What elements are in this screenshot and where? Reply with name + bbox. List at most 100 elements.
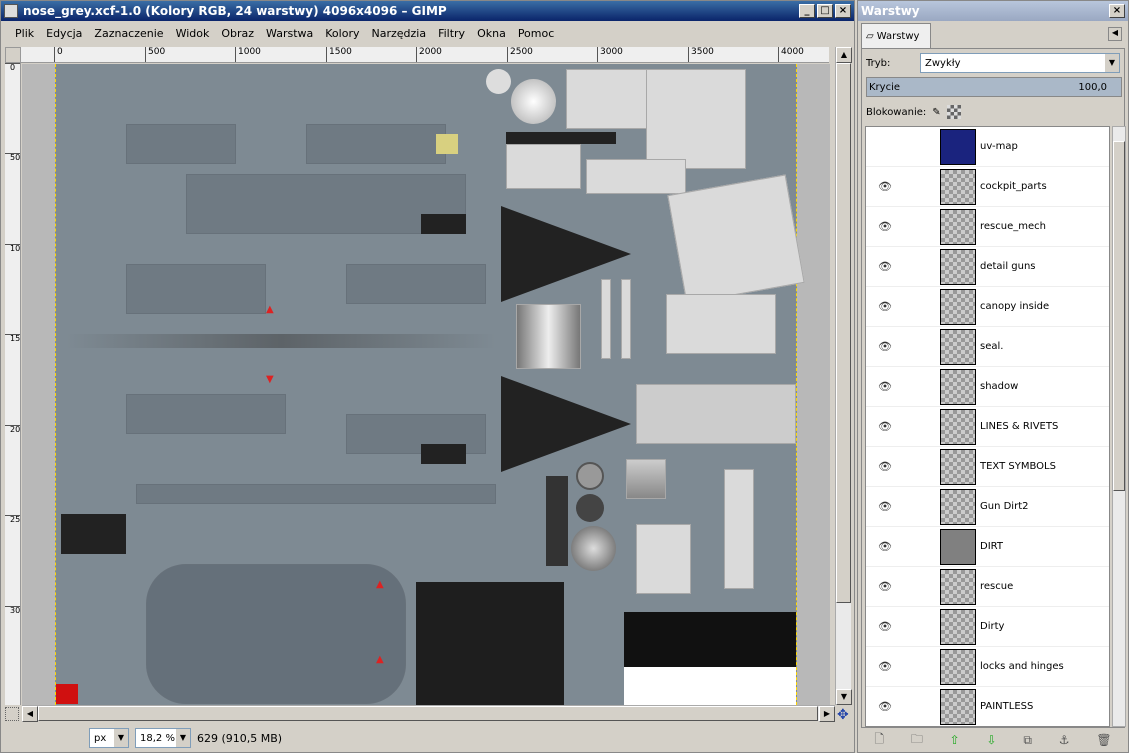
layer-row[interactable]: uv-map xyxy=(866,127,1109,167)
layer-row[interactable]: 👁 PAINTLESS xyxy=(866,687,1109,726)
warning-triangle-icon: ▼ xyxy=(266,374,274,385)
white-part xyxy=(666,294,776,354)
menu-warstwa[interactable]: Warstwa xyxy=(260,27,319,40)
raise-layer-icon[interactable]: ⇧ xyxy=(950,733,960,747)
eye-icon[interactable]: 👁 xyxy=(866,300,904,313)
ruler-tick: 2500 xyxy=(5,515,20,524)
eye-icon[interactable]: 👁 xyxy=(866,500,904,513)
layer-row[interactable]: 👁 rescue xyxy=(866,567,1109,607)
ruler-corner[interactable] xyxy=(5,47,21,63)
menu-widok[interactable]: Widok xyxy=(170,27,216,40)
layer-thumbnail xyxy=(940,608,976,645)
vertical-ruler[interactable]: 0 500 1000 1500 2000 2500 3000 xyxy=(5,63,21,705)
layer-row[interactable]: 👁 detail guns xyxy=(866,247,1109,287)
texture-panel xyxy=(306,124,446,164)
mode-select[interactable]: Zwykły ▼ xyxy=(920,53,1120,73)
quick-mask-icon[interactable] xyxy=(5,707,19,721)
eye-icon[interactable]: 👁 xyxy=(866,380,904,393)
eye-icon[interactable]: 👁 xyxy=(866,260,904,273)
menu-narzedzia[interactable]: Narzędzia xyxy=(365,27,432,40)
chevron-down-icon: ▼ xyxy=(114,729,128,747)
unit-select[interactable]: px ▼ xyxy=(89,728,129,748)
scroll-thumb[interactable] xyxy=(836,63,851,603)
layer-name: canopy inside xyxy=(980,301,1050,312)
menu-pomoc[interactable]: Pomoc xyxy=(512,27,560,40)
eye-icon[interactable]: 👁 xyxy=(866,700,904,713)
eye-icon[interactable]: 👁 xyxy=(866,420,904,433)
layer-row[interactable]: 👁 rescue_mech xyxy=(866,207,1109,247)
eye-icon[interactable]: 👁 xyxy=(866,460,904,473)
layer-thumbnail xyxy=(940,528,976,565)
layer-row[interactable]: 👁 locks and hinges xyxy=(866,647,1109,687)
status-info: 629 (910,5 MB) xyxy=(197,731,283,745)
layer-row[interactable]: 👁 canopy inside xyxy=(866,287,1109,327)
menu-zaznaczenie[interactable]: Zaznaczenie xyxy=(88,27,169,40)
horizontal-ruler[interactable]: 0 500 1000 1500 2000 2500 3000 3500 4000 xyxy=(21,47,829,63)
new-layer-icon[interactable]: 🗋 xyxy=(874,730,884,751)
scroll-thumb[interactable] xyxy=(38,706,818,721)
close-button[interactable]: × xyxy=(835,4,851,18)
texture-panel xyxy=(346,264,486,304)
eye-icon[interactable]: 👁 xyxy=(866,620,904,633)
layer-row[interactable]: 👁 TEXT SYMBOLS xyxy=(866,447,1109,487)
menu-plik[interactable]: Plik xyxy=(9,27,40,40)
vertical-scrollbar[interactable]: ▲ ▼ xyxy=(835,47,852,705)
eye-icon[interactable]: 👁 xyxy=(866,580,904,593)
lower-layer-icon[interactable]: ⇩ xyxy=(987,733,997,747)
shadow-streak xyxy=(66,334,496,348)
tab-menu-icon[interactable]: ◀ xyxy=(1108,27,1122,41)
ruler-tick: 2000 xyxy=(5,425,20,434)
white-part xyxy=(506,144,581,189)
layer-thumbnail xyxy=(940,248,976,285)
canvas-area[interactable]: ▲ ▼ ▲ ▲ xyxy=(22,64,830,705)
metal-cylinder xyxy=(516,304,581,369)
tab-label: Warstwy xyxy=(876,31,920,42)
texture-image[interactable]: ▲ ▼ ▲ ▲ xyxy=(55,64,805,705)
layers-scrollbar[interactable] xyxy=(1112,126,1126,727)
layer-row[interactable]: 👁 Gun Dirt2 xyxy=(866,487,1109,527)
scroll-up-button[interactable]: ▲ xyxy=(836,47,852,63)
brush-lock-icon[interactable]: ✎ xyxy=(932,107,940,118)
menu-obraz[interactable]: Obraz xyxy=(215,27,260,40)
layer-thumbnail xyxy=(940,648,976,685)
scroll-down-button[interactable]: ▼ xyxy=(836,689,852,705)
dock-titlebar: Warstwy × xyxy=(858,1,1128,21)
menu-edycja[interactable]: Edycja xyxy=(40,27,88,40)
gimp-icon xyxy=(4,4,18,18)
navigate-icon[interactable]: ✥ xyxy=(837,707,849,723)
opacity-slider[interactable]: Krycie 100,0 xyxy=(866,77,1122,97)
layer-row[interactable]: 👁 seal. xyxy=(866,327,1109,367)
alpha-lock-icon[interactable] xyxy=(946,105,961,119)
new-group-icon[interactable]: 🗀 xyxy=(911,730,923,751)
layer-row[interactable]: 👁 DIRT xyxy=(866,527,1109,567)
scroll-thumb[interactable] xyxy=(1113,141,1125,491)
eye-icon[interactable]: 👁 xyxy=(866,220,904,233)
tab-warstwy[interactable]: ▱ Warstwy xyxy=(861,23,931,49)
scroll-right-button[interactable]: ▶ xyxy=(819,706,835,722)
layer-row[interactable]: 👁 Dirty xyxy=(866,607,1109,647)
close-button[interactable]: × xyxy=(1109,4,1125,18)
eye-icon[interactable]: 👁 xyxy=(866,180,904,193)
delete-layer-icon[interactable]: 🗑 xyxy=(1096,733,1111,747)
menu-filtry[interactable]: Filtry xyxy=(432,27,471,40)
layer-row[interactable]: 👁 cockpit_parts xyxy=(866,167,1109,207)
scroll-left-button[interactable]: ◀ xyxy=(22,706,38,722)
unit-value: px xyxy=(94,732,107,744)
minimize-button[interactable]: _ xyxy=(799,4,815,18)
layer-row[interactable]: 👁 LINES & RIVETS xyxy=(866,407,1109,447)
dark-wing-part xyxy=(501,206,631,302)
eye-icon[interactable]: 👁 xyxy=(866,340,904,353)
menu-kolory[interactable]: Kolory xyxy=(319,27,365,40)
horizontal-scrollbar[interactable]: ◀ ▶ xyxy=(22,705,835,722)
ruler-tick: 3000 xyxy=(5,606,20,615)
layer-thumbnail xyxy=(940,568,976,605)
canopy-part xyxy=(636,384,796,444)
layer-row[interactable]: 👁 shadow xyxy=(866,367,1109,407)
eye-icon[interactable]: 👁 xyxy=(866,540,904,553)
maximize-button[interactable]: □ xyxy=(817,4,833,18)
zoom-select[interactable]: 18,2 % ▼ xyxy=(135,728,191,748)
eye-icon[interactable]: 👁 xyxy=(866,660,904,673)
anchor-layer-icon[interactable]: ⚓ xyxy=(1059,733,1070,747)
duplicate-layer-icon[interactable]: ⧉ xyxy=(1023,733,1032,748)
menu-okna[interactable]: Okna xyxy=(471,27,512,40)
